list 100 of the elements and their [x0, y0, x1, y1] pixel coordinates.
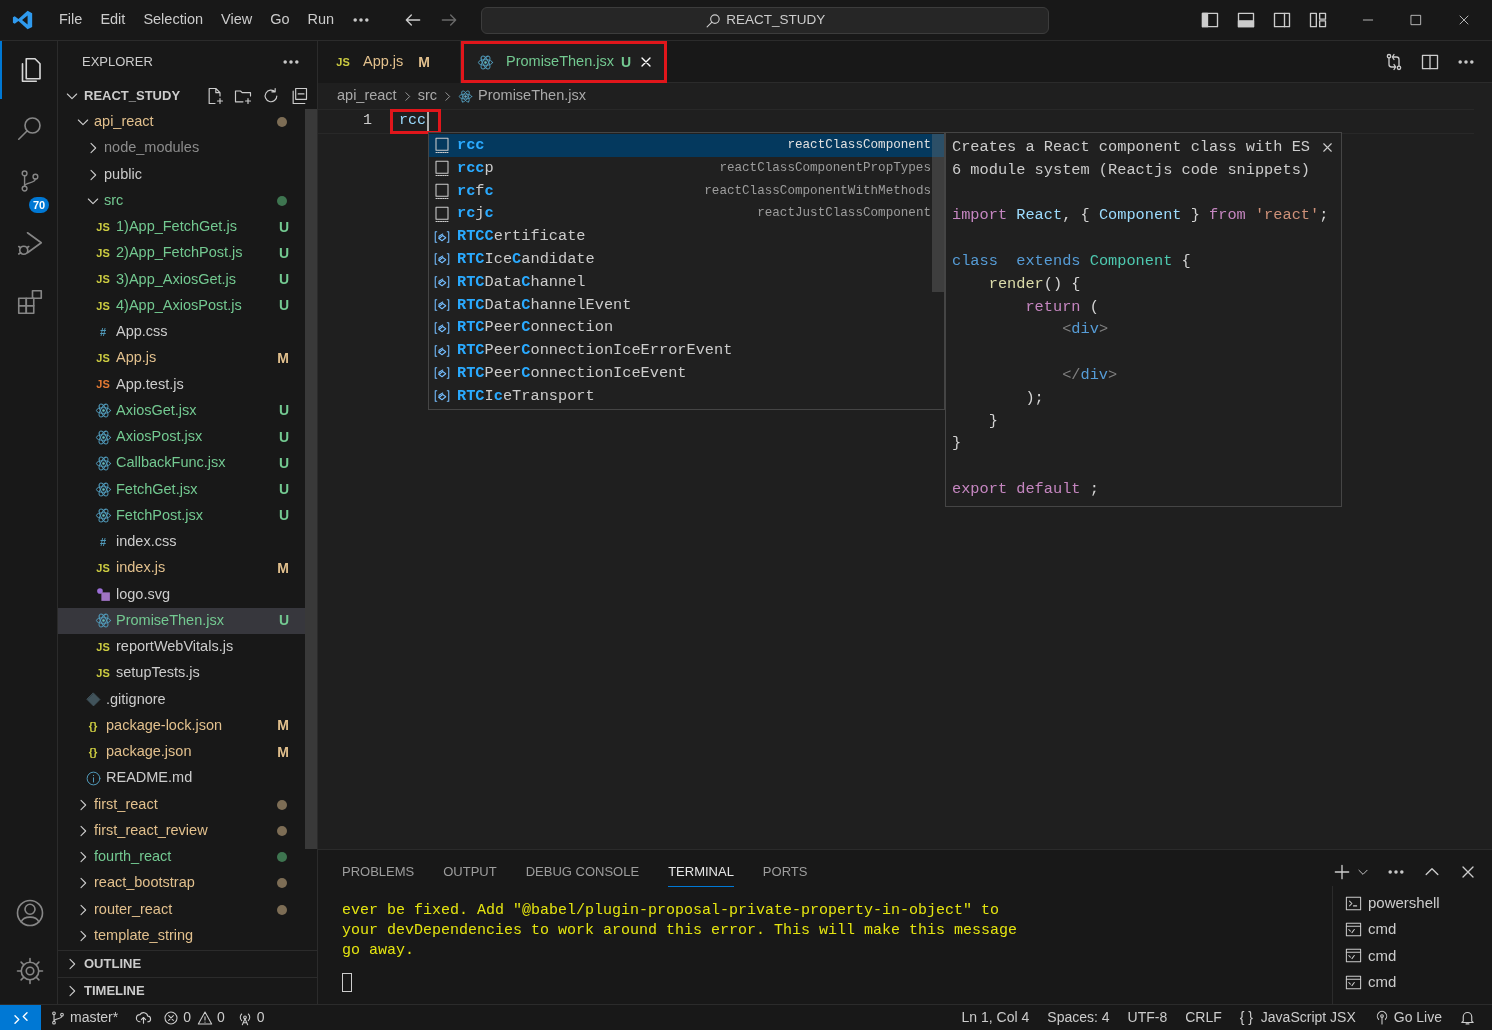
explorer-entry[interactable]: README.md [58, 765, 305, 792]
atom-icon [477, 53, 495, 71]
sidebar-layout-icon[interactable] [1200, 10, 1220, 30]
suggestion-item[interactable]: rcjc reactJustClassComponent [429, 202, 944, 226]
status-item[interactable]: Ln 1, Col 4 [952, 1007, 1039, 1028]
account-icon[interactable] [15, 898, 45, 928]
breadcrumb-item[interactable]: api_react [337, 85, 397, 107]
explorer-entry[interactable]: {} package.json M [58, 738, 305, 766]
explorer-folder-entry[interactable]: router_react [58, 896, 305, 923]
explorer-entry[interactable]: CallbackFunc.jsx U [58, 450, 305, 477]
explorer-entry[interactable]: JS 3)App_AxiosGet.js U [58, 266, 305, 293]
explorer-entry[interactable]: PromiseThen.jsx U [58, 607, 305, 634]
explorer-entry[interactable]: logo.svg [58, 581, 305, 608]
menu-item[interactable]: File [50, 6, 92, 34]
diamond-icon [84, 691, 102, 709]
terminal-instance[interactable]: cmd [1333, 916, 1475, 943]
suggestion-item[interactable]: RTCPeerConnection [429, 316, 944, 340]
settings-icon[interactable] [15, 956, 45, 986]
menu-item[interactable]: View [212, 6, 262, 34]
terminal-instance[interactable]: powershell [1333, 890, 1475, 917]
panel-tab[interactable]: TERMINAL [668, 858, 734, 887]
bell-icon[interactable] [1459, 1009, 1476, 1026]
panel-layout-icon[interactable] [1236, 10, 1256, 30]
status-item[interactable]: CRLF [1176, 1007, 1231, 1028]
workspace-root[interactable]: REACT_STUDY [64, 86, 181, 106]
suggestion-detail: reactClassComponentPropTypes [719, 159, 931, 177]
explorer-entry[interactable]: {} package-lock.json M [58, 712, 305, 739]
suggestion-item[interactable]: RTCDataChannel [429, 270, 944, 294]
section-header[interactable]: OUTLINE [64, 954, 142, 974]
explorer-entry[interactable]: # App.css [58, 318, 305, 346]
breadcrumb-item[interactable]: PromiseThen.jsx [458, 85, 586, 107]
scrollbar-thumb[interactable] [305, 108, 317, 849]
suggestion-item[interactable]: rccp reactClassComponentPropTypes [429, 156, 944, 180]
scrollbar-thumb[interactable] [932, 134, 944, 292]
grid-layout-icon[interactable] [1308, 10, 1328, 30]
explorer-entry[interactable]: JS index.js M [58, 555, 305, 582]
close-icon[interactable] [1320, 140, 1335, 155]
terminal-instance[interactable]: cmd [1333, 942, 1475, 970]
explorer-folder-entry[interactable]: public [58, 161, 305, 188]
extensions-icon[interactable] [15, 287, 45, 317]
status-item[interactable]: Spaces: 4 [1038, 1007, 1119, 1028]
explorer-folder-entry[interactable]: api_react [58, 108, 305, 136]
panel-tab[interactable]: PROBLEMS [342, 858, 415, 887]
menu-item[interactable]: Run [298, 6, 344, 34]
explorer-folder-entry[interactable]: react_bootstrap [58, 870, 305, 897]
split-layout-icon[interactable] [1272, 10, 1292, 30]
suggestion-item[interactable]: rcc reactClassComponent [429, 134, 944, 157]
suggestion-item[interactable]: RTCIceCandidate [429, 248, 944, 271]
status-item[interactable]: 0 [194, 1007, 228, 1028]
atom-icon [94, 454, 112, 472]
explorer-folder-entry[interactable]: src [58, 187, 305, 214]
panel-tab[interactable]: PORTS [762, 858, 808, 887]
breadcrumb-item[interactable]: src [417, 85, 437, 107]
explorer-folder-entry[interactable]: fourth_react [58, 843, 305, 871]
explorer-folder-entry[interactable]: template_string [58, 922, 305, 949]
explorer-entry[interactable]: JS setupTests.js [58, 660, 305, 687]
editor-tab[interactable]: JS App.js M [318, 41, 461, 83]
explorer-entry[interactable]: JS reportWebVitals.js [58, 633, 305, 661]
maximize-icon[interactable] [1408, 12, 1424, 28]
status-item[interactable]: { } JavaScript JSX [1230, 1007, 1365, 1028]
explorer-entry[interactable]: JS 1)App_FetchGet.js U [58, 213, 305, 241]
explorer-folder-entry[interactable]: first_react [58, 791, 305, 818]
status-item[interactable]: 0 [160, 1007, 195, 1028]
terminal-instance[interactable]: cmd [1333, 969, 1475, 996]
explorer-entry[interactable]: JS 2)App_FetchPost.js U [58, 240, 305, 267]
compare-changes-icon[interactable] [1384, 51, 1404, 72]
menu-item[interactable]: Edit [91, 6, 135, 34]
explorer-entry[interactable]: JS App.js M [58, 345, 305, 372]
suggestion-item[interactable]: RTCDataChannelEvent [429, 293, 944, 317]
editor-tab[interactable]: PromiseThen.jsx U [461, 41, 668, 83]
explorer-entry[interactable]: JS App.test.js [58, 371, 305, 398]
menu-item[interactable]: Go [261, 6, 299, 34]
explorer-entry[interactable]: FetchPost.jsx U [58, 502, 305, 529]
suggestion-item[interactable]: rcfc reactClassComponentWithMethods [429, 179, 944, 203]
panel-tab[interactable]: OUTPUT [443, 858, 497, 887]
plus-icon[interactable] [1332, 862, 1352, 882]
js-file-icon: JS [94, 271, 112, 288]
cloud-upload-icon[interactable] [135, 1009, 153, 1026]
suggestion-item[interactable]: RTCIceTransport [429, 384, 944, 408]
command-search-field[interactable]: REACT_STUDY [481, 6, 1050, 34]
status-item[interactable]: 0 [227, 1007, 274, 1028]
explorer-entry[interactable]: FetchGet.jsx U [58, 476, 305, 503]
js-file-icon: JS [94, 665, 112, 682]
explorer-folder-entry[interactable]: node_modules [58, 135, 305, 162]
status-item[interactable]: Go Live [1364, 1007, 1451, 1028]
explorer-entry[interactable]: AxiosPost.jsx U [58, 423, 305, 451]
suggestion-item[interactable]: RTCPeerConnectionIceEvent [429, 361, 944, 385]
menu-item[interactable]: Selection [134, 6, 213, 34]
suggestion-item[interactable]: RTCPeerConnectionIceErrorEvent [429, 339, 944, 362]
explorer-folder-entry[interactable]: first_react_review [58, 817, 305, 844]
explorer-entry[interactable]: .gitignore [58, 686, 305, 713]
status-item[interactable]: UTF-8 [1118, 1007, 1177, 1028]
explorer-entry[interactable]: AxiosGet.jsx U [58, 397, 305, 424]
status-item[interactable]: master* [41, 1007, 128, 1028]
panel-tab[interactable]: DEBUG CONSOLE [525, 858, 640, 887]
explorer-entry[interactable]: JS 4)App_AxiosPost.js U [58, 292, 305, 319]
section-header[interactable]: TIMELINE [64, 981, 145, 1001]
snippet-description: Creates a React component class with ES 6 module system (Reactjs code snippets) [952, 137, 1311, 181]
explorer-entry[interactable]: # index.css [58, 528, 305, 556]
suggestion-item[interactable]: RTCCertificate [429, 225, 944, 248]
